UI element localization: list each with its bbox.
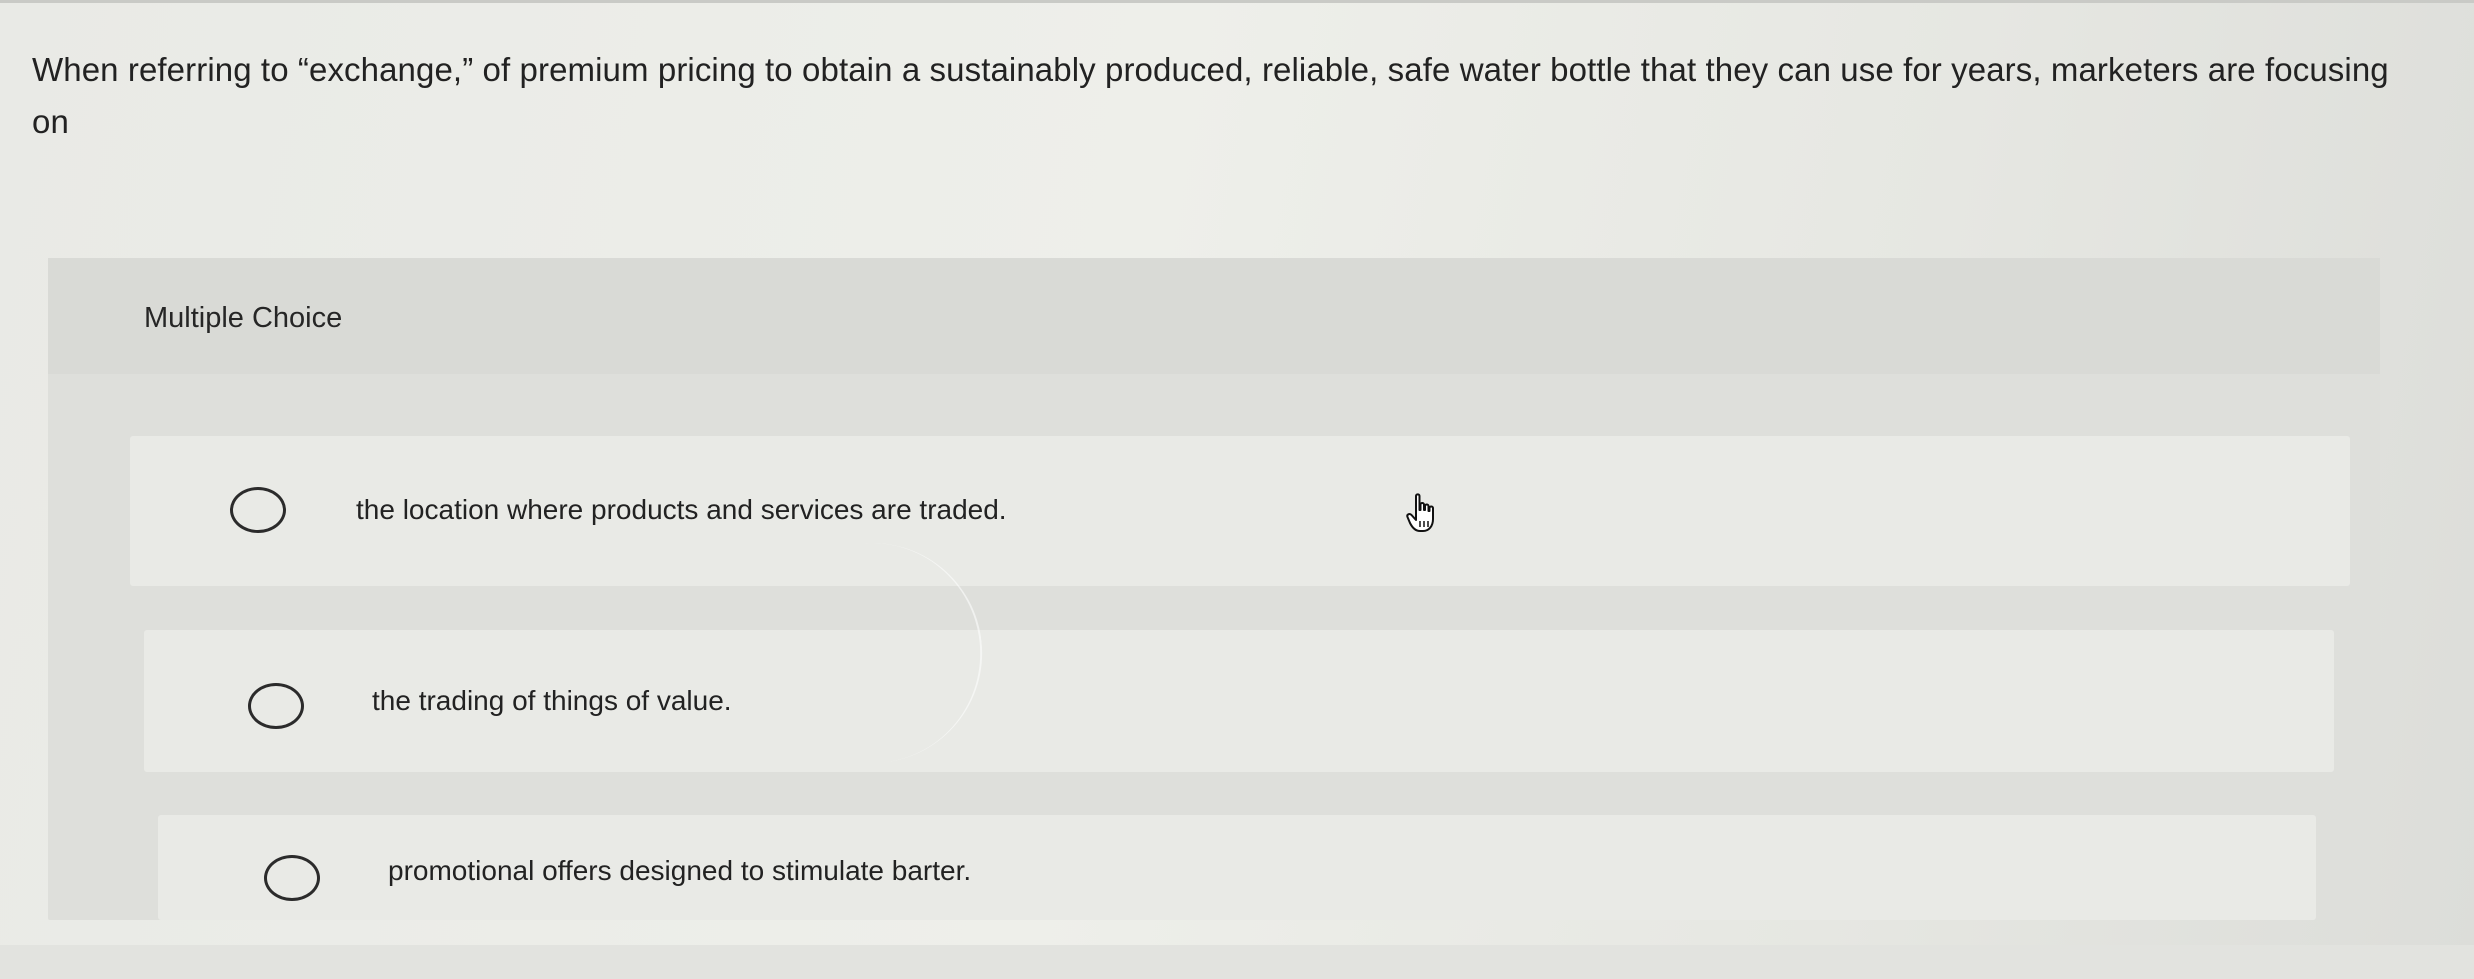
multiple-choice-panel: Multiple Choice the location where produ… [48,258,2380,920]
hand-pointer-icon [1406,493,1434,532]
bottom-edge [0,945,2474,979]
radio-button[interactable] [230,487,286,533]
multiple-choice-header: Multiple Choice [48,258,2380,374]
answer-option-label[interactable]: promotional offers designed to stimulate… [388,853,971,889]
answer-option-trading[interactable]: the trading of things of value. [144,630,2334,772]
question-text: When referring to “exchange,” of premium… [32,51,2389,140]
multiple-choice-title: Multiple Choice [144,302,343,334]
quiz-page: When referring to “exchange,” of premium… [0,0,2474,979]
top-divider [0,0,2474,3]
answer-option-label[interactable]: the location where products and services… [356,492,1007,528]
answer-option-label[interactable]: the trading of things of value. [372,683,732,719]
radio-button[interactable] [248,683,304,729]
answer-option-promotional[interactable]: promotional offers designed to stimulate… [158,815,2316,920]
radio-button[interactable] [264,855,320,901]
answer-option-location[interactable]: the location where products and services… [130,436,2350,586]
